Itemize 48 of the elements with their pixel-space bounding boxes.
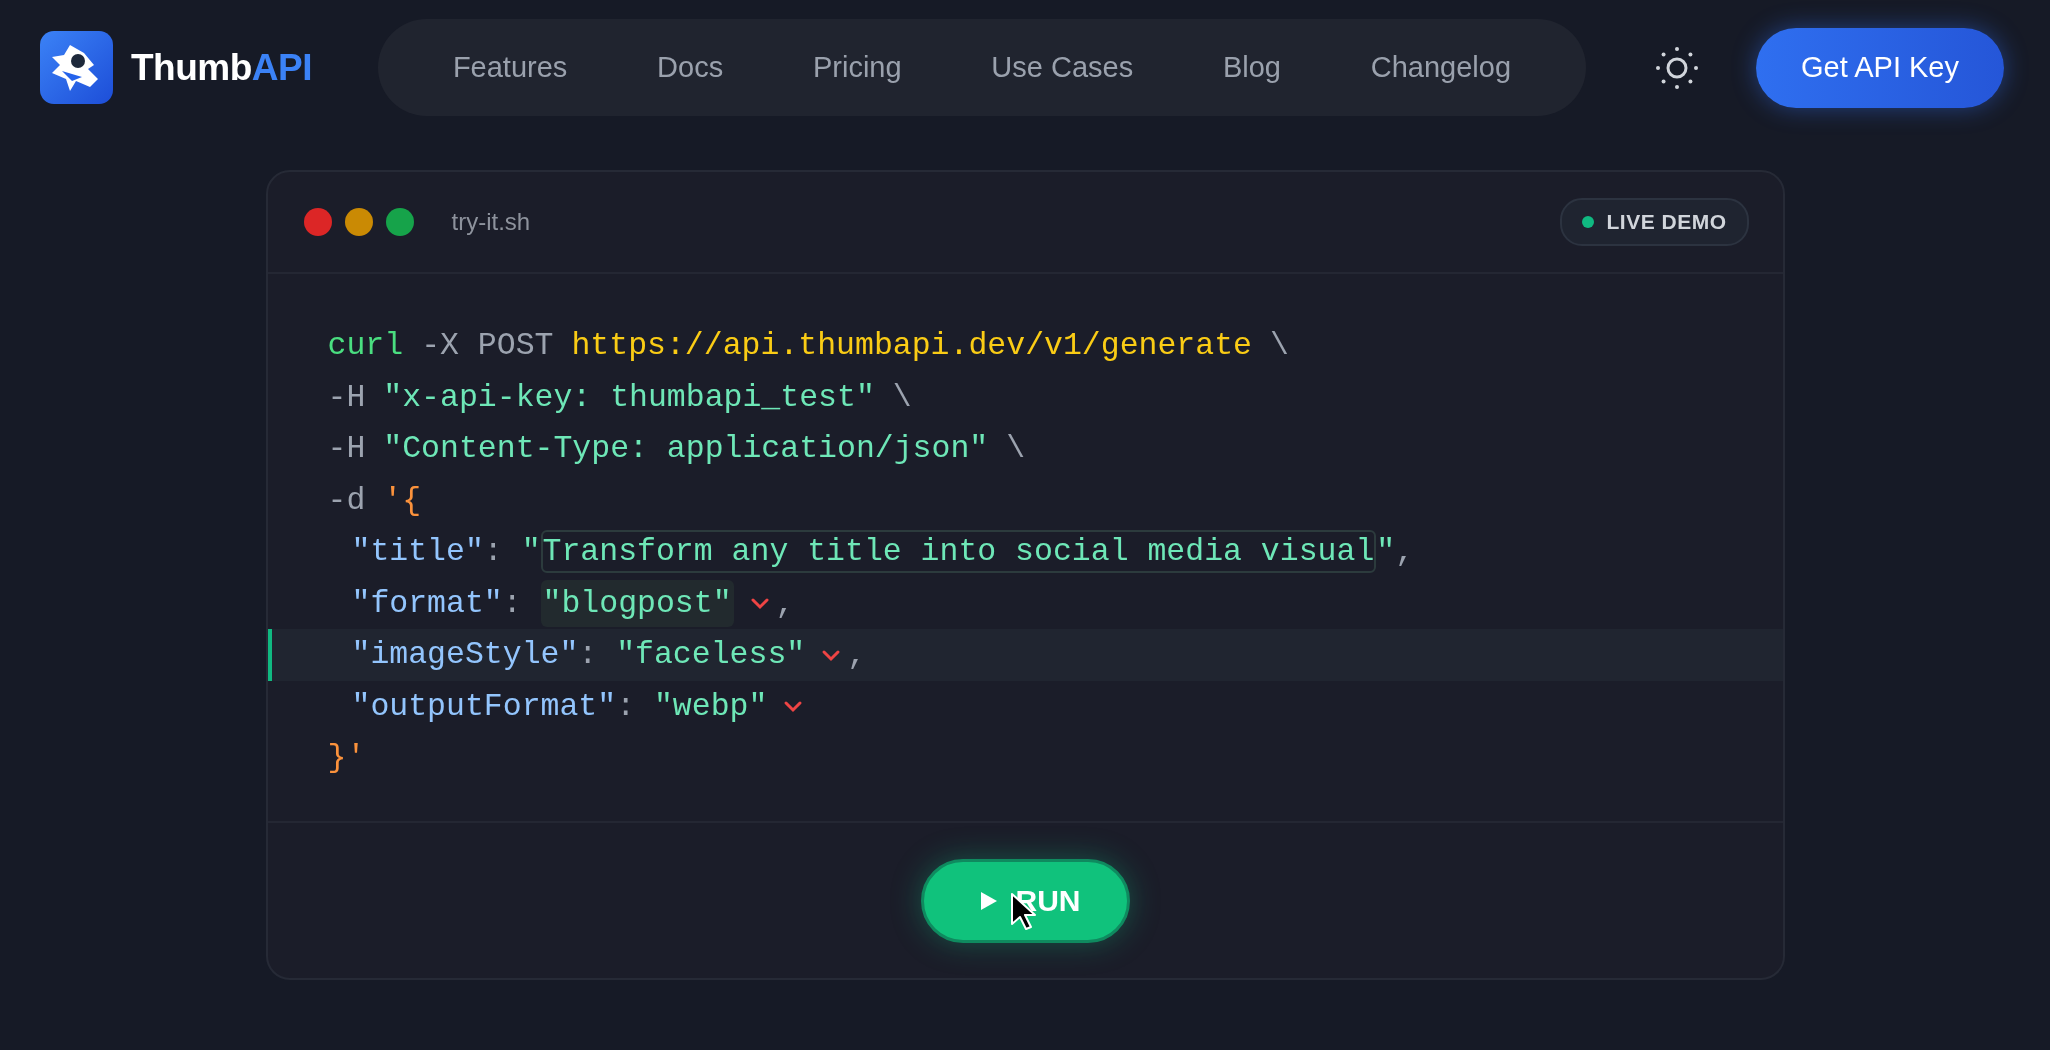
code-punctuation: : [578, 637, 599, 673]
code-token: "x-api-key: thumbapi_test" [383, 379, 875, 415]
code-token: "webp" [653, 688, 768, 724]
code-punctuation: : [616, 688, 637, 724]
code-token: " [521, 534, 541, 570]
maximize-dot[interactable] [385, 208, 414, 236]
code-key: "outputFormat" [351, 688, 617, 724]
code-token: -H [327, 379, 366, 415]
nav-link[interactable]: Changelog [1360, 45, 1522, 90]
nav-link[interactable]: Features [442, 45, 578, 90]
sun-icon[interactable] [1654, 44, 1700, 91]
code-token: "faceless" [616, 637, 806, 673]
nav-link[interactable]: Use Cases [981, 45, 1144, 90]
nav-link[interactable]: Pricing [802, 45, 912, 90]
code-punctuation: , [775, 585, 795, 621]
logo-icon[interactable] [40, 31, 113, 104]
code-token: -d [327, 482, 366, 518]
nav-link[interactable]: Docs [647, 45, 734, 90]
code-token: '{ [383, 482, 422, 518]
code-punctuation: : [502, 585, 523, 621]
minimize-dot[interactable] [344, 208, 373, 236]
code-token: "Content-Type: application/json" [383, 431, 989, 467]
code-token: curl [327, 328, 404, 364]
code-punctuation: , [1395, 534, 1415, 570]
get-api-key-button[interactable]: Get API Key [1756, 27, 2004, 108]
chevron-down-icon[interactable] [749, 596, 770, 611]
code-token: \ [1269, 328, 1289, 364]
code-punctuation: : [483, 534, 504, 570]
close-dot[interactable] [303, 208, 332, 236]
code-token: \ [892, 379, 912, 415]
code-token: https://api.thumbapi.dev/v1/generate [571, 328, 1252, 364]
code-token: }' [327, 740, 366, 776]
nav-link[interactable]: Blog [1212, 45, 1291, 90]
title-input[interactable]: Transform any title into social media visual [540, 530, 1377, 574]
brand-name[interactable]: ThumbAPI [131, 46, 312, 89]
code-token: \ [1006, 431, 1026, 467]
code-key: "format" [351, 585, 503, 621]
format-select[interactable]: "blogpost" [540, 579, 734, 627]
chevron-down-icon[interactable] [783, 699, 804, 714]
code-punctuation: , [847, 637, 867, 673]
code-token: -H [327, 431, 366, 467]
play-icon [979, 890, 998, 911]
code-token: "imageStyle" [351, 637, 579, 673]
code-token: " [1376, 534, 1396, 570]
live-demo-badge: LIVE DEMO [1560, 198, 1749, 246]
file-name: try-it.sh [451, 208, 531, 236]
code-token: -X POST [421, 328, 554, 364]
code-key: "title" [351, 534, 484, 570]
